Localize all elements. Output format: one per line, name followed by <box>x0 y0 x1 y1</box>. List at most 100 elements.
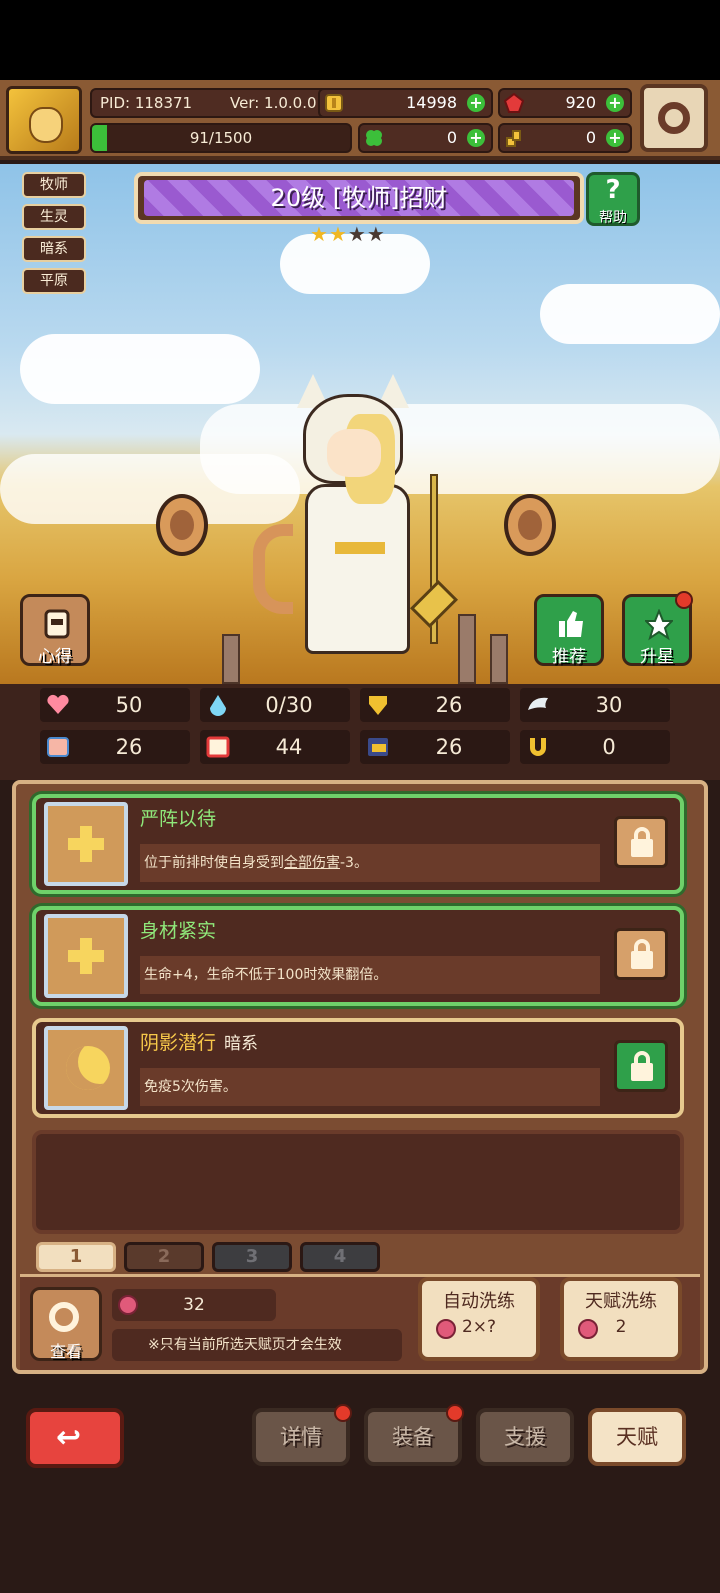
holy-cross-icon <box>68 938 104 974</box>
lock-body <box>631 951 653 969</box>
talent-card[interactable]: 严阵以待 位于前排时使自身受到全部伤害-3。 <box>32 794 684 894</box>
hero-face <box>327 429 381 477</box>
talent-card[interactable]: 身材紧实 生命+4，生命不低于100时效果翻倍。 <box>32 906 684 1006</box>
right-trait-slot[interactable] <box>504 494 556 556</box>
hero-tags: 牧师 生灵 暗系 平原 <box>22 172 86 300</box>
nav-talent-label: 天赋 <box>616 1425 658 1449</box>
add-clovers-button[interactable]: + <box>467 129 485 147</box>
hero-robe <box>305 484 410 654</box>
talent-reroll-button[interactable]: 天赋洗练 2 <box>560 1277 682 1361</box>
coin-icon <box>325 94 343 112</box>
stat-defense: 26 <box>360 688 510 722</box>
page-tab-3[interactable]: 3 <box>212 1242 292 1272</box>
insight-label: 心得 <box>38 647 72 667</box>
talent-reroll-cost: 2 <box>564 1317 678 1339</box>
clover-value: 0 <box>446 128 457 147</box>
auto-reroll-cost: 2×? <box>422 1317 536 1339</box>
stat-mana-value: 0/30 <box>265 693 313 717</box>
recommend-button[interactable]: 推荐 <box>534 594 604 667</box>
lock-body <box>631 839 653 857</box>
nav-support-label: 支援 <box>504 1425 546 1449</box>
unlock-toggle-button[interactable] <box>614 928 668 980</box>
add-gems-button[interactable]: + <box>606 94 624 112</box>
settings-button[interactable] <box>640 84 708 152</box>
talent-desc-text: 免疫5次伤害。 <box>144 1079 237 1095</box>
talent-name-text: 阴影潜行 <box>140 1032 217 1054</box>
hero-title: 20级 [牧师]招财 <box>270 184 448 212</box>
cloud <box>540 284 720 344</box>
key-counter: 0 + <box>498 123 632 153</box>
stat-speed: 26 <box>360 730 510 764</box>
magnifier-icon <box>49 1302 79 1332</box>
page-tab-2[interactable]: 2 <box>124 1242 204 1272</box>
page-tab-1[interactable]: 1 <box>36 1242 116 1272</box>
crescent-moon-icon <box>66 1046 110 1090</box>
hero-belt <box>335 542 385 554</box>
fist-icon <box>47 737 69 757</box>
star-up-button[interactable]: 升星 <box>622 591 693 667</box>
hero-sprite <box>253 374 465 674</box>
pid-box: PID: 118371 Ver: 1.0.0.0 <box>90 88 330 118</box>
auto-reroll-button[interactable]: 自动洗练 2×? <box>418 1277 540 1361</box>
gem-counter: 920 + <box>498 88 632 118</box>
stat-health: 50 <box>40 688 190 722</box>
nav-support-button[interactable]: 支援 <box>476 1408 574 1466</box>
question-icon: ? <box>605 175 621 205</box>
help-label: 帮助 <box>599 210 627 226</box>
fruit-icon <box>118 1295 138 1315</box>
heart-icon <box>47 694 69 714</box>
resource-header: PID: 118371 Ver: 1.0.0.0 91/1500 14998 +… <box>0 80 720 160</box>
insight-button[interactable]: 心得 <box>20 594 90 667</box>
status-bar-area <box>0 0 720 80</box>
page-tab-4[interactable]: 4 <box>300 1242 380 1272</box>
talent-reroll-label: 天赋洗练 <box>585 1291 657 1312</box>
boot-icon <box>368 738 388 756</box>
talent-icon <box>44 802 128 886</box>
stat-defense-value: 26 <box>435 693 463 717</box>
left-trait-slot[interactable] <box>156 494 208 556</box>
stat-attack-value: 26 <box>115 735 143 759</box>
talent-desc-tail: -3。 <box>340 855 368 871</box>
hero-title-banner: 20级 [牧师]招财 <box>134 172 584 224</box>
back-button[interactable]: ↩ <box>26 1408 124 1468</box>
unlock-toggle-button[interactable] <box>614 816 668 868</box>
add-keys-button[interactable]: + <box>606 129 624 147</box>
lock-toggle-button[interactable] <box>614 1040 668 1092</box>
nav-details-button[interactable]: 详情 <box>252 1404 352 1466</box>
nav-talent-button[interactable]: 天赋 <box>588 1408 686 1466</box>
return-arrow-icon: ↩ <box>56 1420 82 1455</box>
help-button[interactable]: ? 帮助 <box>586 172 640 226</box>
stat-agility-value: 30 <box>595 693 623 717</box>
nav-equip-button[interactable]: 装备 <box>364 1404 464 1466</box>
star-filled-icon: ★ <box>328 222 348 246</box>
damage-keyword-link[interactable]: 全部伤害 <box>284 855 340 871</box>
stamina-bar: 91/1500 <box>90 123 352 153</box>
stat-magic: 44 <box>200 730 350 764</box>
cloud <box>20 334 260 404</box>
nav-details-label: 详情 <box>280 1425 322 1449</box>
coin-value: 14998 <box>406 93 457 112</box>
tag-class[interactable]: 牧师 <box>22 172 86 198</box>
add-coins-button[interactable]: + <box>467 94 485 112</box>
view-button[interactable]: 查看 <box>30 1287 102 1361</box>
star-empty-icon: ★ <box>366 222 386 246</box>
talent-panel: 严阵以待 位于前排时使自身受到全部伤害-3。 身材紧实 生命+4，生命不低于10… <box>12 780 708 1374</box>
player-avatar[interactable] <box>6 86 82 154</box>
stat-mana: 0/30 <box>200 688 350 722</box>
key-value: 0 <box>585 128 596 147</box>
tag-terrain[interactable]: 平原 <box>22 268 86 294</box>
staff-head <box>409 579 459 629</box>
seed-icon <box>170 510 194 540</box>
scroll-icon <box>44 609 70 639</box>
stat-health-value: 50 <box>115 693 143 717</box>
tag-race[interactable]: 生灵 <box>22 204 86 230</box>
clover-icon <box>366 130 382 146</box>
star-icon <box>645 609 673 641</box>
hero-tail <box>253 524 293 614</box>
talent-reroll-cost-value: 2 <box>615 1317 627 1337</box>
stat-speed-value: 26 <box>435 735 463 759</box>
clover-counter: 0 + <box>358 123 493 153</box>
talent-card[interactable]: 阴影潜行 暗系 免疫5次伤害。 <box>32 1018 684 1118</box>
talent-name: 身材紧实 <box>140 920 217 942</box>
tag-element[interactable]: 暗系 <box>22 236 86 262</box>
